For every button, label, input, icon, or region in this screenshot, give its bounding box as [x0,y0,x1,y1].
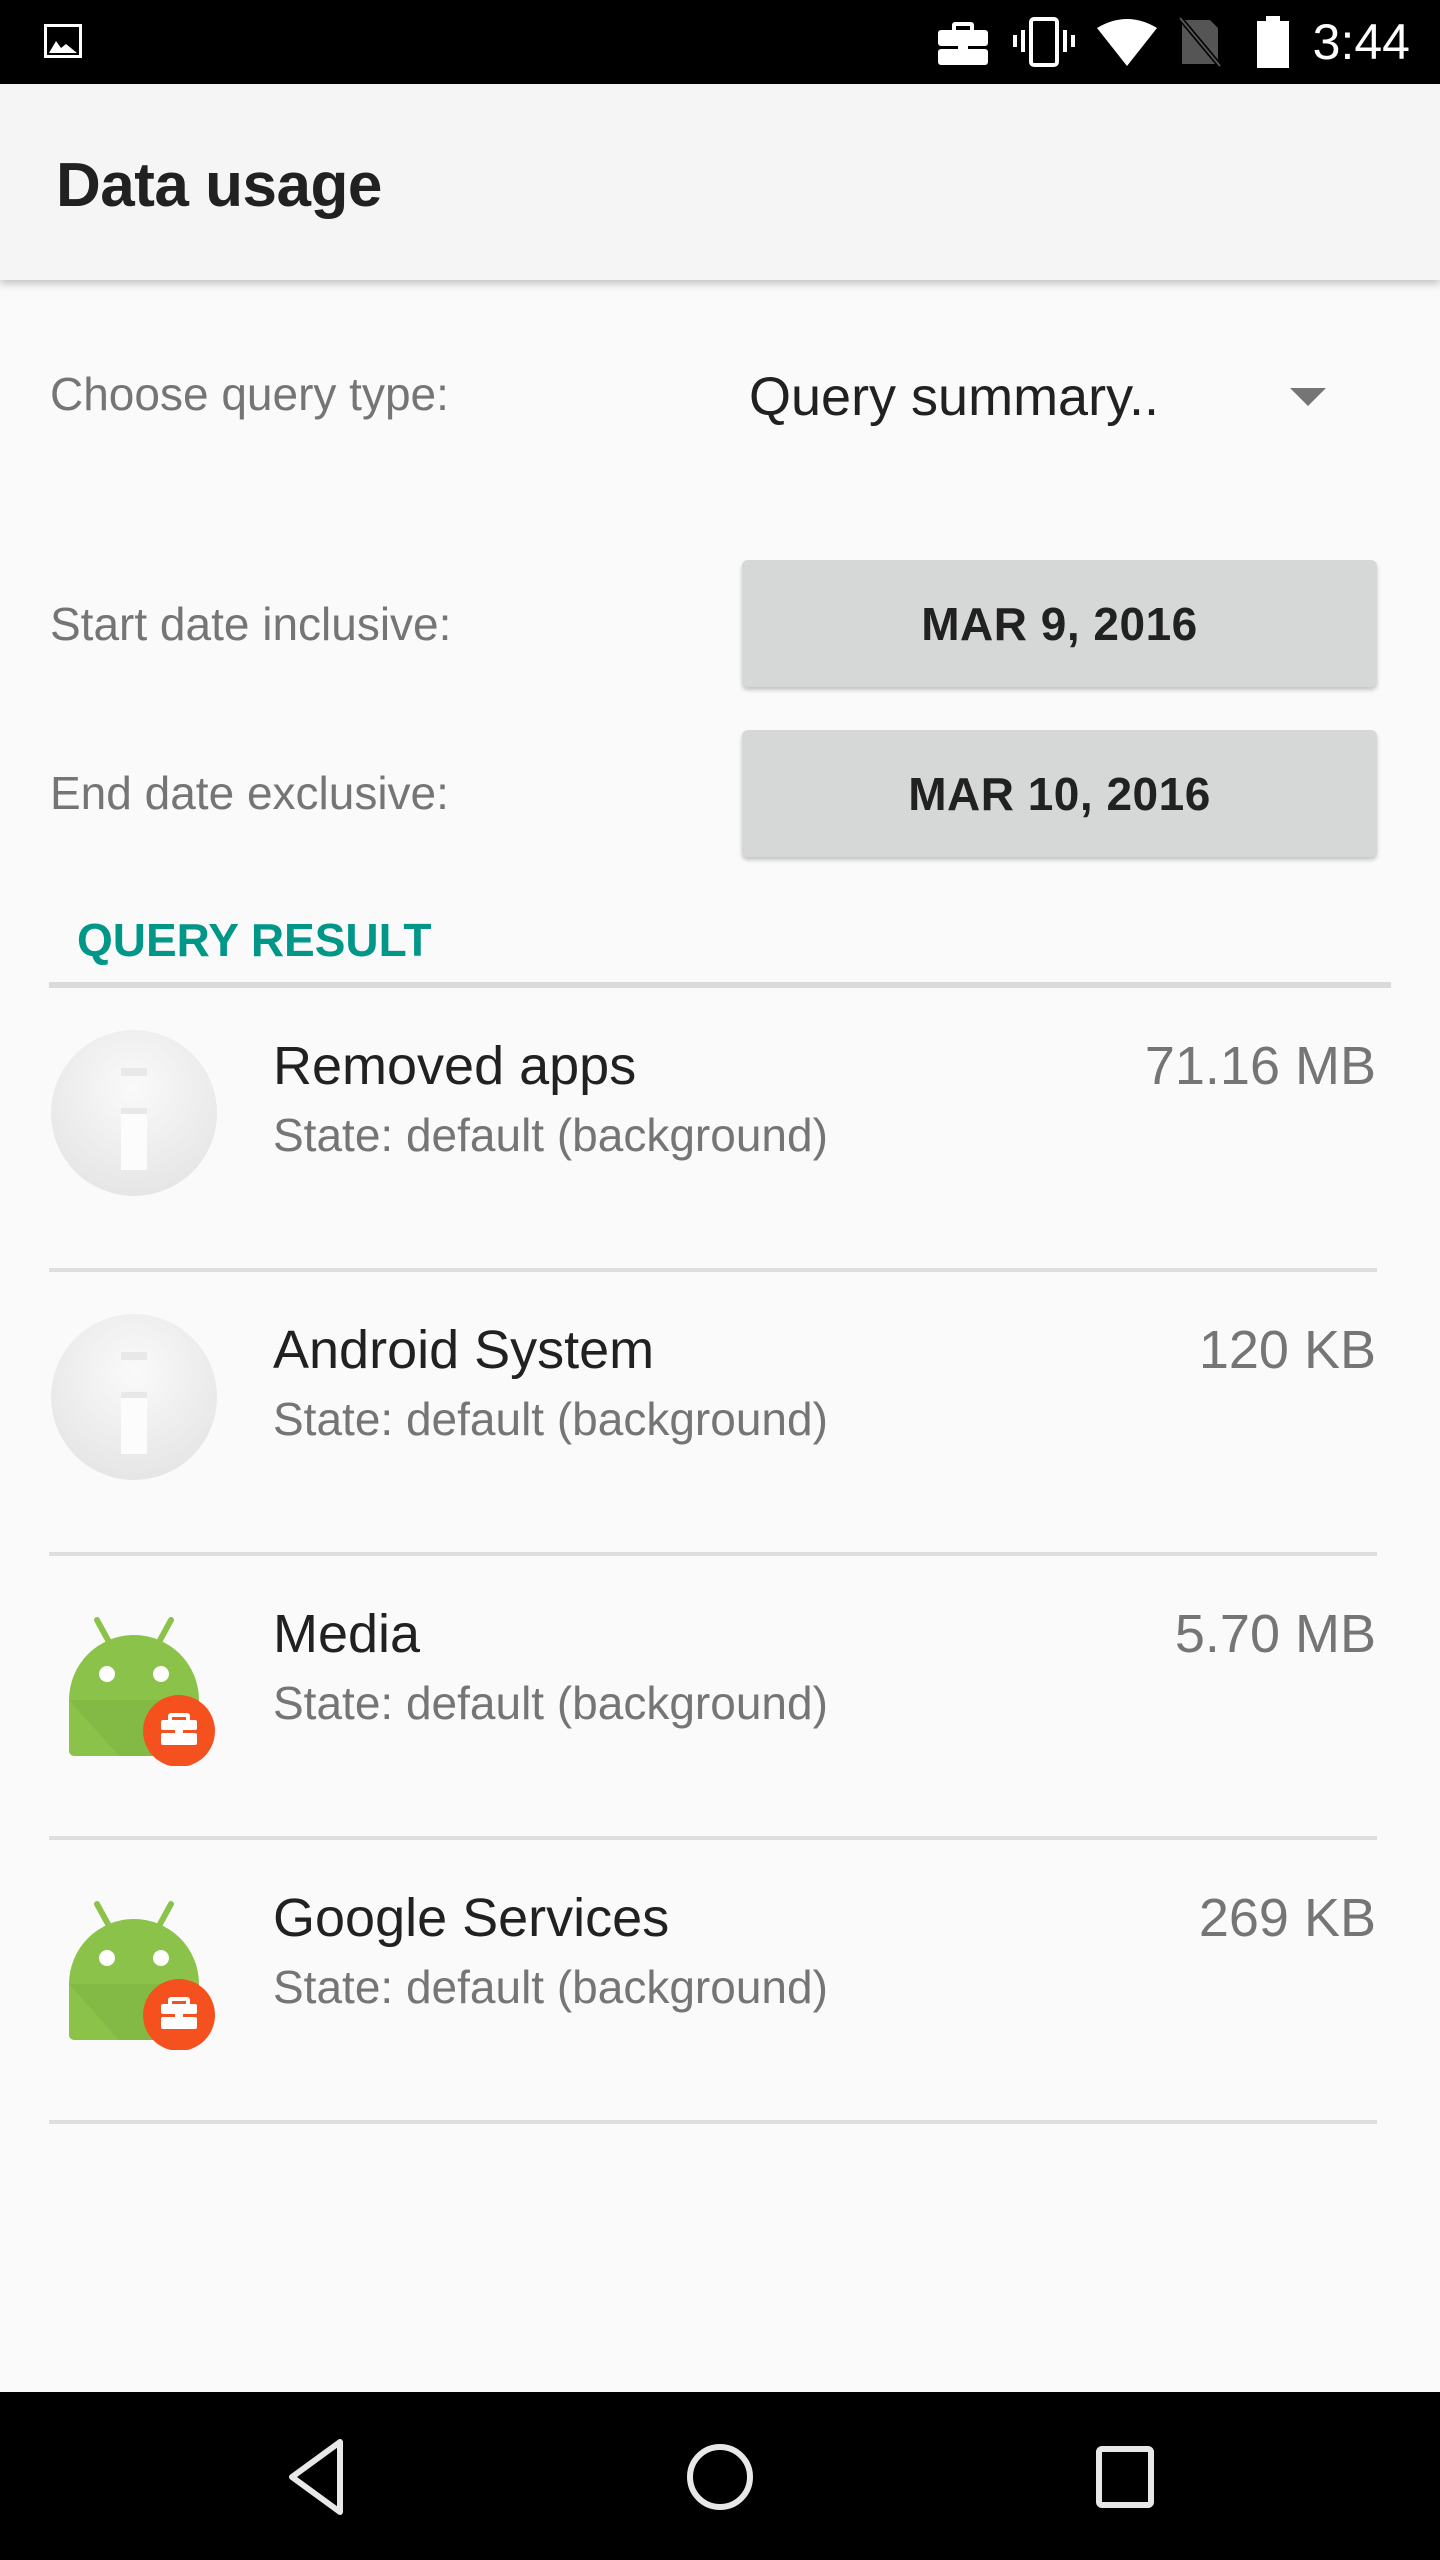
list-item[interactable]: Google Services State: default (backgrou… [0,1840,1440,2124]
query-type-dropdown[interactable]: Query summary.. [740,352,1360,436]
android-work-app-icon [69,1617,215,1766]
gallery-notification-icon [44,24,82,58]
query-type-selected-value: Query summary.. [749,367,1160,427]
no-sim-icon [1178,16,1222,68]
vibrate-icon [1013,17,1075,67]
android-work-app-icon [69,1901,215,2050]
recents-button[interactable] [1080,2432,1170,2522]
data-usage-value: 71.16 MB [1144,1036,1376,1096]
end-date-button[interactable]: MAR 10, 2016 [742,730,1377,857]
dropdown-arrow-icon [1290,388,1326,406]
app-state: State: default (background) [273,1677,828,1729]
clock: 3:44 [1312,14,1410,70]
recents-square-icon [1096,2446,1154,2508]
list-item[interactable]: Removed apps State: default (background)… [0,988,1440,1272]
end-date-label: End date exclusive: [50,767,449,819]
query-type-label: Choose query type: [50,368,449,420]
home-button[interactable] [675,2432,765,2522]
wifi-icon [1097,19,1157,66]
app-name: Media [273,1604,421,1664]
status-bar: 3:44 [0,0,1440,84]
battery-icon [1257,16,1289,68]
home-circle-icon [687,2444,753,2510]
query-result-header: QUERY RESULT [77,914,432,966]
data-usage-value: 269 KB [1198,1888,1376,1948]
app-name: Google Services [273,1888,670,1948]
page-title: Data usage [56,151,382,220]
info-circle-icon [51,1314,217,1480]
app-state: State: default (background) [273,1393,828,1445]
app-name: Removed apps [273,1036,637,1096]
work-briefcase-icon [938,22,988,65]
app-state: State: default (background) [273,1961,828,2013]
list-item[interactable]: Android System State: default (backgroun… [0,1272,1440,1556]
row-divider [49,2120,1377,2124]
data-usage-value: 5.70 MB [1174,1604,1376,1664]
navigation-bar [0,2392,1440,2560]
list-item[interactable]: Media State: default (background) 5.70 M… [0,1556,1440,1840]
back-button[interactable] [270,2432,360,2522]
app-toolbar: Data usage [0,84,1440,280]
app-name: Android System [273,1320,655,1380]
start-date-button[interactable]: MAR 9, 2016 [742,560,1377,687]
app-state: State: default (background) [273,1109,828,1161]
back-triangle-icon [289,2439,343,2515]
start-date-label: Start date inclusive: [50,598,452,650]
info-circle-icon [51,1030,217,1196]
data-usage-value: 120 KB [1198,1320,1376,1380]
